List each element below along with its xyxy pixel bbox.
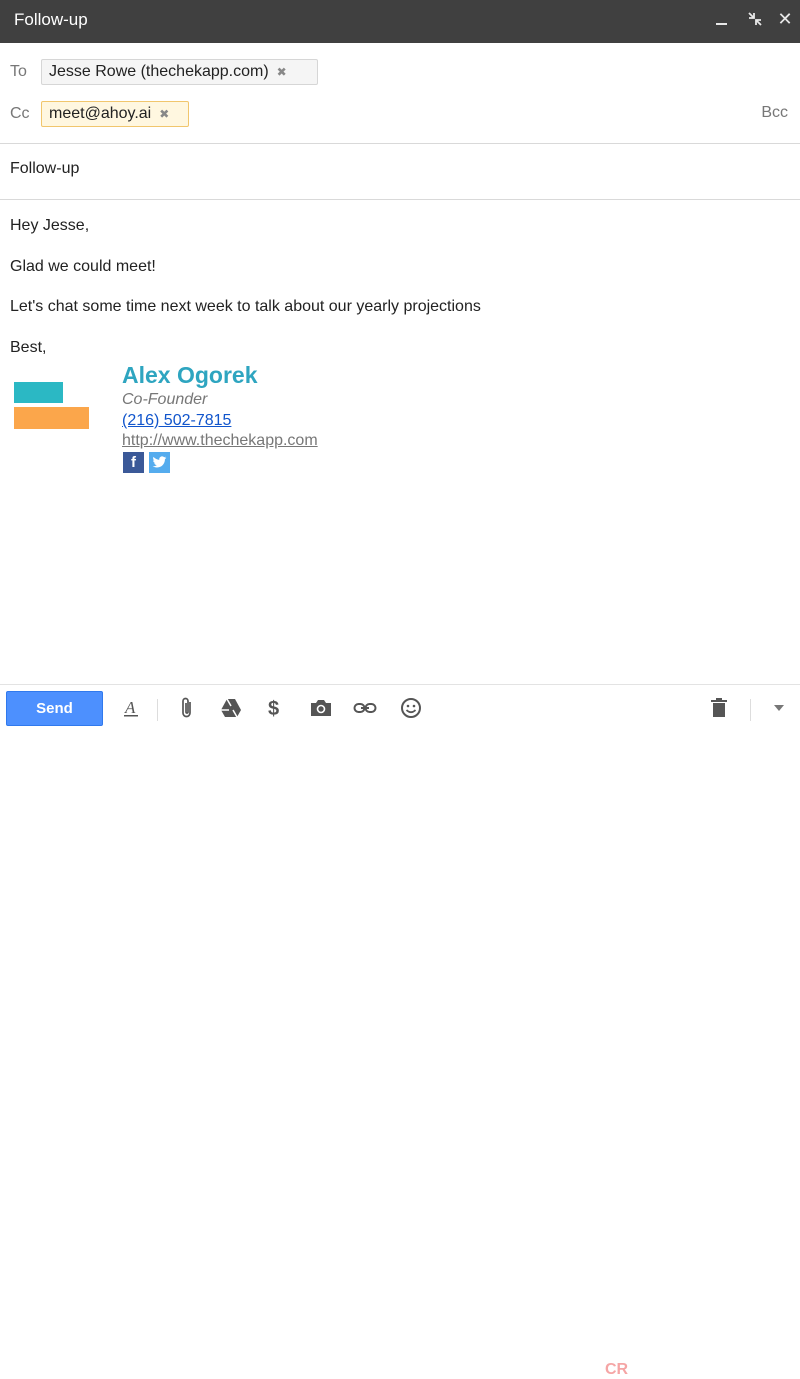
exit-fullscreen-icon[interactable] bbox=[744, 8, 766, 30]
signature-name: Alex Ogorek bbox=[122, 362, 258, 388]
money-icon[interactable]: $ bbox=[262, 695, 288, 721]
body-line[interactable]: Let's chat some time next week to talk a… bbox=[10, 298, 481, 316]
compose-title-bar[interactable]: Follow-up ✕ bbox=[0, 0, 800, 43]
attach-icon[interactable] bbox=[174, 695, 200, 721]
cc-recipient-name: meet@ahoy.ai bbox=[49, 105, 152, 122]
trash-icon[interactable] bbox=[706, 695, 732, 721]
body-line[interactable]: Best, bbox=[10, 339, 46, 357]
signature-role: Co-Founder bbox=[122, 391, 208, 408]
body-line[interactable]: Glad we could meet! bbox=[10, 258, 156, 276]
signature-logo-bar-bottom bbox=[14, 407, 89, 429]
send-button[interactable]: Send bbox=[6, 691, 103, 726]
remove-recipient-icon[interactable]: ✖ bbox=[277, 65, 287, 79]
facebook-icon[interactable]: f bbox=[123, 452, 144, 473]
svg-text:A: A bbox=[124, 698, 136, 717]
watermark-logo: CR bbox=[605, 1361, 629, 1378]
signature-logo-bar-top bbox=[14, 382, 63, 403]
to-label: To bbox=[10, 63, 27, 80]
divider bbox=[0, 143, 800, 144]
close-icon[interactable]: ✕ bbox=[774, 8, 796, 30]
more-options-icon[interactable] bbox=[766, 695, 792, 721]
remove-cc-icon[interactable]: ✖ bbox=[159, 107, 169, 121]
to-recipient-name: Jesse Rowe (thechekapp.com) bbox=[49, 63, 269, 80]
cc-recipient-chip[interactable]: meet@ahoy.ai ✖ bbox=[41, 101, 189, 127]
to-recipient-chip[interactable]: Jesse Rowe (thechekapp.com) ✖ bbox=[41, 59, 318, 85]
subject-field[interactable]: Follow-up bbox=[10, 160, 79, 178]
camera-icon[interactable] bbox=[308, 695, 334, 721]
cc-label: Cc bbox=[10, 105, 30, 122]
minimize-icon[interactable] bbox=[710, 8, 732, 30]
body-line[interactable]: Hey Jesse, bbox=[10, 217, 89, 235]
signature-phone-link[interactable]: (216) 502-7815 bbox=[122, 412, 231, 430]
toolbar-separator bbox=[157, 699, 158, 721]
bcc-link[interactable]: Bcc bbox=[761, 104, 788, 122]
divider bbox=[0, 199, 800, 200]
format-text-icon[interactable]: A bbox=[118, 695, 144, 721]
link-icon[interactable] bbox=[352, 695, 378, 721]
emoji-icon[interactable] bbox=[398, 695, 424, 721]
drive-icon[interactable] bbox=[218, 695, 244, 721]
window-title: Follow-up bbox=[14, 10, 88, 29]
compose-toolbar: Send A $ CR bbox=[0, 684, 800, 1378]
toolbar-separator bbox=[750, 699, 751, 721]
twitter-icon[interactable] bbox=[149, 452, 170, 473]
svg-text:$: $ bbox=[268, 698, 279, 719]
signature-website-link[interactable]: http://www.thechekapp.com bbox=[122, 432, 318, 450]
